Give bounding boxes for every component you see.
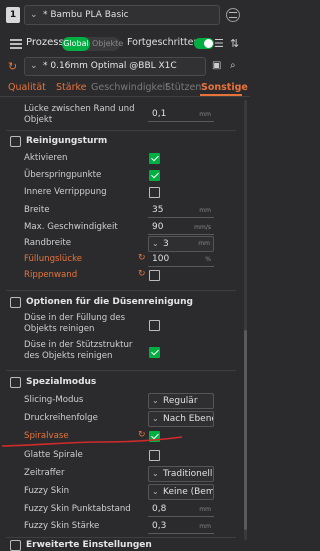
tower-icon (10, 136, 21, 147)
checkbox-purge-support[interactable] (149, 347, 160, 358)
advanced-toggle[interactable] (194, 38, 214, 49)
input-max-speed[interactable]: 90 mm/s (148, 220, 214, 235)
chevron-down-icon: ⌄ (30, 61, 38, 71)
reset-preset-icon[interactable]: ↻ (8, 60, 17, 73)
scope-switch[interactable]: Global Objekte (62, 37, 123, 51)
active-tab-indicator (200, 94, 242, 96)
select-slicing-mode[interactable]: ⌄ Regulär (148, 393, 214, 409)
input-brim-gap[interactable]: 0,1 mm (148, 107, 214, 122)
divider (6, 537, 236, 538)
preset-row: ↻ ⌄ * 0.16mm Optimal @BBL X1C ▣ ⌕ (0, 57, 250, 77)
tab-support[interactable]: Stützen (165, 82, 201, 93)
checkbox-enable[interactable] (149, 153, 160, 164)
select-brim-width[interactable]: ⌄ 3 mm (148, 236, 214, 252)
divider (6, 370, 236, 371)
tab-speed[interactable]: Geschwindigkeit (91, 82, 169, 93)
label-fuzzy-thickness: Fuzzy Skin Stärke (24, 521, 100, 531)
edit-filament-icon[interactable] (226, 8, 240, 22)
divider (6, 290, 236, 291)
label-slicing-mode: Slicing-Modus (24, 395, 84, 405)
preset-select[interactable]: ⌄ * 0.16mm Optimal @BBL X1C (24, 57, 206, 76)
chevron-down-icon: ⌄ (152, 414, 159, 423)
process-header: Prozess Global Objekte Fortgeschritten ☰… (0, 34, 250, 54)
tab-quality[interactable]: Qualität (8, 82, 46, 93)
annotation-underline (1, 436, 183, 447)
select-timelapse[interactable]: ⌄ Traditionell (148, 466, 214, 482)
label-skip-points: Überspringpunkte (24, 170, 102, 180)
label-inner-wall: Innere Verripppung (24, 187, 107, 197)
label-enable: Aktivieren (24, 153, 68, 163)
settings-tabs: Qualität Stärke Geschwindigkeit Stützen … (0, 80, 250, 97)
process-icon (10, 39, 22, 49)
section-title: Optionen für die Düsenreinigung (26, 297, 193, 307)
label-smooth-spiral: Glatte Spirale (24, 450, 83, 460)
select-print-sequence[interactable]: ⌄ Nach Ebene (148, 411, 214, 427)
label-width: Breite (24, 205, 50, 215)
label-purge-support: Düse in der Stützstruktur des Objekts re… (24, 340, 133, 361)
input-fuzzy-point[interactable]: 0,8 mm (148, 502, 214, 517)
reset-icon[interactable]: ↻ (138, 253, 146, 263)
scope-global[interactable]: Global (62, 37, 90, 51)
compare-icon[interactable]: ⇅ (230, 37, 239, 50)
checkbox-rib-wall[interactable] (149, 270, 160, 281)
section-special-mode: Spezialmodus (0, 375, 240, 391)
section-advanced: Erweiterte Einstellungen (0, 539, 240, 551)
checkbox-smooth-spiral[interactable] (149, 450, 160, 461)
tab-others[interactable]: Sonstige (201, 82, 248, 93)
select-fuzzy-skin[interactable]: ⌄ Keine (Bem... (148, 484, 214, 500)
checkbox-skip-points[interactable] (149, 170, 160, 181)
filament-row: 1 ⌄ * Bambu PLA Basic (0, 0, 250, 30)
filament-select[interactable]: ⌄ * Bambu PLA Basic (24, 5, 220, 25)
filament-name: * Bambu PLA Basic (43, 10, 129, 20)
label-purge-infill: Düse in der Füllung des Objekts reinigen (24, 313, 126, 334)
label-infill-gap: Füllungslücke (24, 254, 83, 264)
chevron-down-icon: ⌄ (30, 10, 38, 20)
scope-object[interactable]: Objekte (92, 37, 123, 51)
section-title: Reinigungsturm (26, 136, 108, 146)
list-icon[interactable]: ☰ (214, 37, 224, 50)
checkbox-purge-infill[interactable] (149, 320, 160, 331)
preset-name: * 0.16mm Optimal @BBL X1C (43, 61, 177, 71)
advanced-icon (10, 540, 21, 551)
chevron-down-icon: ⌄ (152, 396, 159, 405)
input-fuzzy-thickness[interactable]: 0,3 mm (148, 519, 214, 534)
flush-icon (10, 297, 21, 308)
label-fuzzy-point: Fuzzy Skin Punktabstand (24, 504, 131, 514)
input-width[interactable]: 35 mm (148, 203, 214, 218)
chevron-down-icon: ⌄ (152, 469, 159, 478)
section-title: Erweiterte Einstellungen (26, 540, 152, 550)
save-icon[interactable]: ▣ (212, 60, 221, 71)
label-brim-width: Randbreite (24, 238, 72, 248)
label-brim-gap: Lücke zwischen Rand und Objekt (24, 104, 135, 125)
special-mode-icon (10, 377, 21, 388)
label-rib-wall: Rippenwand (24, 270, 78, 280)
filament-index[interactable]: 1 (6, 7, 20, 23)
divider (6, 130, 236, 131)
label-timelapse: Zeitraffer (24, 468, 65, 478)
section-prime-tower: Reinigungsturm (0, 134, 240, 150)
chevron-down-icon: ⌄ (152, 239, 159, 248)
reset-icon[interactable]: ↻ (138, 269, 146, 279)
search-icon[interactable]: ⌕ (230, 60, 236, 71)
label-fuzzy-skin: Fuzzy Skin (24, 486, 70, 496)
input-infill-gap[interactable]: 100 % (148, 252, 214, 267)
label-max-speed: Max. Geschwindigkeit (24, 222, 118, 232)
section-title: Spezialmodus (26, 377, 97, 387)
tab-strength[interactable]: Stärke (56, 82, 87, 93)
scrollbar-thumb[interactable] (244, 330, 247, 530)
chevron-down-icon: ⌄ (152, 487, 159, 496)
process-title: Prozess (26, 37, 64, 48)
advanced-label: Fortgeschritten (127, 37, 200, 48)
checkbox-inner-wall[interactable] (149, 187, 160, 198)
label-print-sequence: Druckreihenfolge (24, 413, 98, 423)
section-flush-options: Optionen für die Düsenreinigung (0, 295, 240, 311)
